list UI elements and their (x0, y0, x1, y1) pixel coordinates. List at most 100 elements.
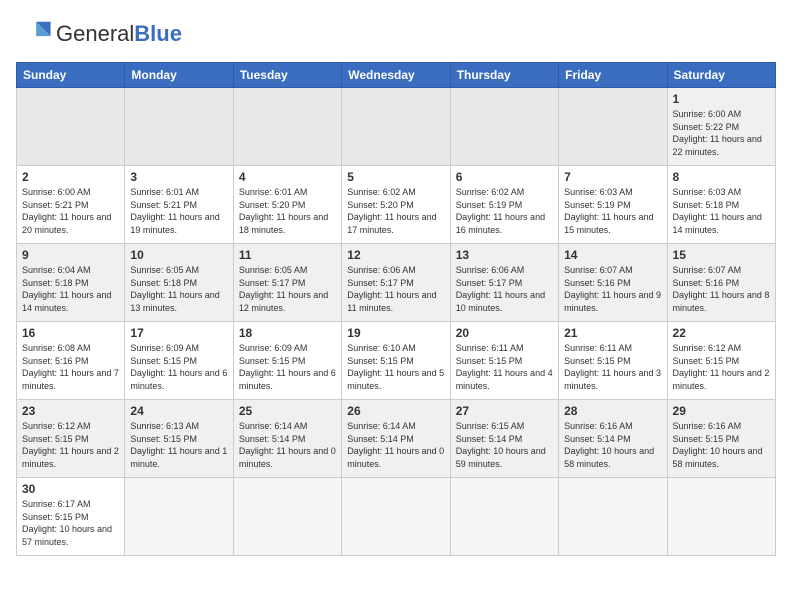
day-info: Sunrise: 6:05 AMSunset: 5:17 PMDaylight:… (239, 264, 336, 314)
day-number: 1 (673, 92, 770, 106)
calendar-cell (125, 478, 233, 556)
day-number: 8 (673, 170, 770, 184)
col-thursday: Thursday (450, 63, 558, 88)
calendar-cell: 25 Sunrise: 6:14 AMSunset: 5:14 PMDayligh… (233, 400, 341, 478)
day-number: 16 (22, 326, 119, 340)
day-info: Sunrise: 6:12 AMSunset: 5:15 PMDaylight:… (22, 420, 119, 470)
day-info: Sunrise: 6:03 AMSunset: 5:19 PMDaylight:… (564, 186, 661, 236)
day-info: Sunrise: 6:12 AMSunset: 5:15 PMDaylight:… (673, 342, 770, 392)
calendar-week-row: 1Sunrise: 6:00 AMSunset: 5:22 PMDaylight… (17, 88, 776, 166)
calendar-cell: 9Sunrise: 6:04 AMSunset: 5:18 PMDaylight… (17, 244, 125, 322)
day-info: Sunrise: 6:02 AMSunset: 5:19 PMDaylight:… (456, 186, 553, 236)
day-number: 12 (347, 248, 444, 262)
calendar-cell: 17Sunrise: 6:09 AMSunset: 5:15 PMDayligh… (125, 322, 233, 400)
day-number: 22 (673, 326, 770, 340)
day-info: Sunrise: 6:16 AMSunset: 5:15 PMDaylight:… (673, 420, 770, 470)
day-number: 30 (22, 482, 119, 496)
calendar-table: Sunday Monday Tuesday Wednesday Thursday… (16, 62, 776, 556)
day-number: 7 (564, 170, 661, 184)
logo-text: GeneralBlue (56, 21, 182, 47)
day-number: 24 (130, 404, 227, 418)
day-info: Sunrise: 6:11 AMSunset: 5:15 PMDaylight:… (564, 342, 661, 392)
day-info: Sunrise: 6:14 AMSunset: 5:14 PMDaylight:… (347, 420, 444, 470)
day-info: Sunrise: 6:10 AMSunset: 5:15 PMDaylight:… (347, 342, 444, 392)
day-number: 9 (22, 248, 119, 262)
day-number: 3 (130, 170, 227, 184)
day-info: Sunrise: 6:05 AMSunset: 5:18 PMDaylight:… (130, 264, 227, 314)
day-info: Sunrise: 6:09 AMSunset: 5:15 PMDaylight:… (130, 342, 227, 392)
calendar-cell: 8Sunrise: 6:03 AMSunset: 5:18 PMDaylight… (667, 166, 775, 244)
day-info: Sunrise: 6:06 AMSunset: 5:17 PMDaylight:… (347, 264, 444, 314)
day-info: Sunrise: 6:11 AMSunset: 5:15 PMDaylight:… (456, 342, 553, 392)
day-number: 27 (456, 404, 553, 418)
day-info: Sunrise: 6:17 AMSunset: 5:15 PMDaylight:… (22, 498, 119, 548)
calendar-cell (559, 88, 667, 166)
day-info: Sunrise: 6:07 AMSunset: 5:16 PMDaylight:… (564, 264, 661, 314)
calendar-cell: 13Sunrise: 6:06 AMSunset: 5:17 PMDayligh… (450, 244, 558, 322)
day-number: 29 (673, 404, 770, 418)
calendar-cell: 3Sunrise: 6:01 AMSunset: 5:21 PMDaylight… (125, 166, 233, 244)
calendar-cell: 18Sunrise: 6:09 AMSunset: 5:15 PMDayligh… (233, 322, 341, 400)
calendar-cell: 30 Sunrise: 6:17 AMSunset: 5:15 PMDayligh… (17, 478, 125, 556)
calendar-cell: 1Sunrise: 6:00 AMSunset: 5:22 PMDaylight… (667, 88, 775, 166)
day-number: 21 (564, 326, 661, 340)
calendar-cell (559, 478, 667, 556)
day-info: Sunrise: 6:14 AMSunset: 5:14 PMDaylight:… (239, 420, 336, 470)
col-sunday: Sunday (17, 63, 125, 88)
calendar-cell: 10 Sunrise: 6:05 AMSunset: 5:18 PMDayligh… (125, 244, 233, 322)
calendar-cell (667, 478, 775, 556)
calendar-cell: 29 Sunrise: 6:16 AMSunset: 5:15 PMDayligh… (667, 400, 775, 478)
day-number: 11 (239, 248, 336, 262)
col-tuesday: Tuesday (233, 63, 341, 88)
day-info: Sunrise: 6:02 AMSunset: 5:20 PMDaylight:… (347, 186, 444, 236)
calendar-cell: 14 Sunrise: 6:07 AMSunset: 5:16 PMDayligh… (559, 244, 667, 322)
page: GeneralBlue Sunday Monday Tuesday Wednes… (0, 0, 792, 564)
day-info: Sunrise: 6:08 AMSunset: 5:16 PMDaylight:… (22, 342, 119, 392)
day-info: Sunrise: 6:00 AMSunset: 5:21 PMDaylight:… (22, 186, 119, 236)
calendar-cell: 24Sunrise: 6:13 AMSunset: 5:15 PMDayligh… (125, 400, 233, 478)
calendar-week-row: 16 Sunrise: 6:08 AMSunset: 5:16 PMDayligh… (17, 322, 776, 400)
calendar-cell: 26 Sunrise: 6:14 AMSunset: 5:14 PMDayligh… (342, 400, 450, 478)
calendar-cell: 22 Sunrise: 6:12 AMSunset: 5:15 PMDayligh… (667, 322, 775, 400)
calendar-week-row: 23 Sunrise: 6:12 AMSunset: 5:15 PMDayligh… (17, 400, 776, 478)
calendar-cell (450, 88, 558, 166)
day-number: 14 (564, 248, 661, 262)
calendar-week-row: 30 Sunrise: 6:17 AMSunset: 5:15 PMDayligh… (17, 478, 776, 556)
calendar-cell: 27 Sunrise: 6:15 AMSunset: 5:14 PMDayligh… (450, 400, 558, 478)
calendar-cell (342, 478, 450, 556)
day-info: Sunrise: 6:09 AMSunset: 5:15 PMDaylight:… (239, 342, 336, 392)
calendar-cell (125, 88, 233, 166)
day-info: Sunrise: 6:06 AMSunset: 5:17 PMDaylight:… (456, 264, 553, 314)
day-number: 10 (130, 248, 227, 262)
day-number: 28 (564, 404, 661, 418)
col-friday: Friday (559, 63, 667, 88)
calendar-cell: 6 Sunrise: 6:02 AMSunset: 5:19 PMDaylight… (450, 166, 558, 244)
calendar-cell: 16 Sunrise: 6:08 AMSunset: 5:16 PMDayligh… (17, 322, 125, 400)
day-number: 23 (22, 404, 119, 418)
calendar-cell (342, 88, 450, 166)
calendar-cell: 21 Sunrise: 6:11 AMSunset: 5:15 PMDayligh… (559, 322, 667, 400)
header: GeneralBlue (16, 16, 776, 52)
day-info: Sunrise: 6:01 AMSunset: 5:20 PMDaylight:… (239, 186, 336, 236)
col-monday: Monday (125, 63, 233, 88)
day-number: 19 (347, 326, 444, 340)
calendar-week-row: 9Sunrise: 6:04 AMSunset: 5:18 PMDaylight… (17, 244, 776, 322)
calendar-cell: 2 Sunrise: 6:00 AMSunset: 5:21 PMDaylight… (17, 166, 125, 244)
calendar-cell: 4 Sunrise: 6:01 AMSunset: 5:20 PMDaylight… (233, 166, 341, 244)
calendar-cell (233, 478, 341, 556)
day-number: 15 (673, 248, 770, 262)
col-saturday: Saturday (667, 63, 775, 88)
calendar-cell: 5Sunrise: 6:02 AMSunset: 5:20 PMDaylight… (342, 166, 450, 244)
calendar-cell: 28Sunrise: 6:16 AMSunset: 5:14 PMDayligh… (559, 400, 667, 478)
calendar-cell: 7 Sunrise: 6:03 AMSunset: 5:19 PMDaylight… (559, 166, 667, 244)
logo: GeneralBlue (16, 16, 182, 52)
day-number: 2 (22, 170, 119, 184)
day-number: 6 (456, 170, 553, 184)
calendar-cell: 12 Sunrise: 6:06 AMSunset: 5:17 PMDayligh… (342, 244, 450, 322)
day-number: 26 (347, 404, 444, 418)
calendar-cell: 15Sunrise: 6:07 AMSunset: 5:16 PMDayligh… (667, 244, 775, 322)
day-info: Sunrise: 6:15 AMSunset: 5:14 PMDaylight:… (456, 420, 553, 470)
day-number: 25 (239, 404, 336, 418)
calendar-cell: 20Sunrise: 6:11 AMSunset: 5:15 PMDayligh… (450, 322, 558, 400)
day-number: 4 (239, 170, 336, 184)
